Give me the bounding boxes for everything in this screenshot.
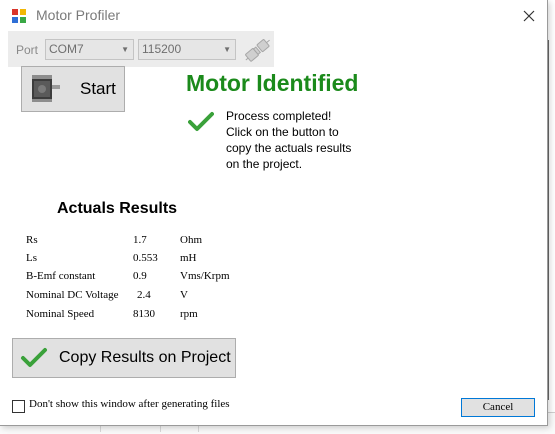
result-unit: Vms/Krpm [180,270,230,282]
start-button[interactable]: Start [21,66,125,112]
port-select-value: COM7 [49,42,84,56]
checkmark-icon [20,347,48,369]
result-value: 2.4 [137,289,151,301]
result-unit: rpm [180,308,198,320]
app-icon [12,9,26,23]
result-value: 1.7 [133,234,147,246]
copy-results-button[interactable]: Copy Results on Project [12,338,236,378]
close-icon [523,10,535,22]
status-message: Process completed! Click on the button t… [226,108,386,172]
result-value: 0.553 [133,252,158,264]
window-title: Motor Profiler [36,7,121,23]
result-unit: V [180,289,188,301]
status-message-line: copy the actuals results [226,141,352,155]
result-unit: Ohm [180,234,202,246]
motor-icon [28,71,64,107]
result-name: Ls [26,252,37,264]
checkmark-icon [188,111,214,133]
background-window-edge [548,40,549,400]
result-name: Rs [26,234,38,246]
start-button-label: Start [80,79,116,98]
connect-plug-icon[interactable] [240,35,274,65]
result-value: 8130 [133,308,155,320]
result-unit: mH [180,252,197,264]
port-label: Port [16,43,39,57]
status-message-line: Process completed! [226,109,332,123]
result-name: Nominal DC Voltage [26,289,119,301]
cancel-button[interactable]: Cancel [461,398,535,417]
close-button[interactable] [515,5,543,27]
status-heading: Motor Identified [186,70,359,96]
results-title: Actuals Results [57,200,178,217]
result-value: 0.9 [133,270,147,282]
baud-rate-select[interactable]: 115200 ▼ [138,39,236,60]
result-name: Nominal Speed [26,308,95,320]
dont-show-label[interactable]: Don't show this window after generating … [29,398,230,410]
result-name: B-Emf constant [26,270,96,282]
status-message-line: on the project. [226,157,303,171]
chevron-down-icon: ▼ [121,45,129,54]
port-select[interactable]: COM7 ▼ [45,39,134,60]
baud-rate-value: 115200 [142,42,182,56]
dont-show-checkbox[interactable] [12,400,25,413]
status-message-line: Click on the button to [226,125,339,139]
chevron-down-icon: ▼ [223,45,231,54]
copy-results-label: Copy Results on Project [59,349,231,366]
